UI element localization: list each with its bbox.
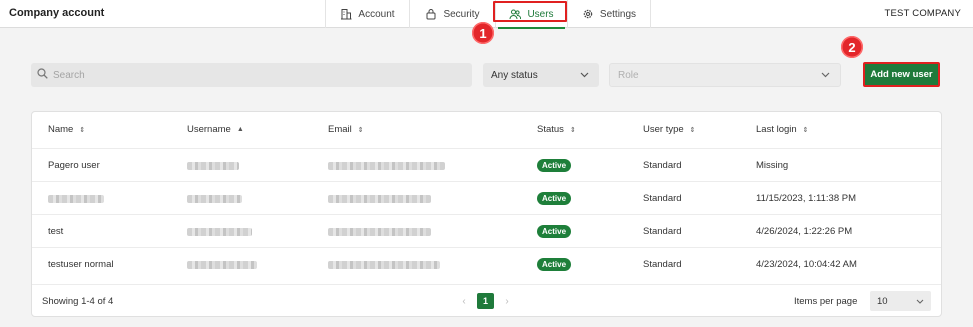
cell-last-login: 4/23/2024, 10:04:42 AM [756, 259, 857, 270]
column-header-label: Last login [756, 124, 797, 135]
status-badge: Active [537, 258, 572, 271]
page-button-current[interactable]: 1 [477, 293, 494, 309]
search-box[interactable] [31, 63, 472, 87]
page-title: Company account [9, 7, 105, 19]
table-row[interactable]: Pagero user Active Standard Missing [32, 148, 941, 181]
cell-email-redacted [328, 215, 431, 248]
status-badge: Active [537, 192, 572, 205]
cell-status: Active [537, 149, 572, 182]
cell-status: Active [537, 215, 572, 248]
tab-account[interactable]: Account [325, 0, 409, 28]
chevron-down-icon [580, 70, 589, 81]
column-header-label: Email [328, 124, 352, 135]
status-select-value: Any status [491, 69, 538, 81]
add-new-user-button[interactable]: Add new user [863, 62, 940, 87]
cell-username-redacted [187, 149, 239, 182]
tab-settings[interactable]: Settings [567, 0, 651, 28]
chevron-left-icon[interactable]: ‹ [457, 296, 471, 307]
sort-icon: ⇕ [802, 126, 809, 134]
items-per-page-select[interactable]: 10 [870, 291, 931, 311]
cell-username-redacted [187, 248, 257, 281]
status-select[interactable]: Any status [483, 63, 599, 87]
cell-user-type: Standard [643, 160, 682, 171]
tab-account-label: Account [358, 8, 395, 20]
cell-name-redacted [48, 182, 104, 215]
tab-security-label: Security [443, 8, 480, 20]
column-header-label: Name [48, 124, 74, 135]
cell-status: Active [537, 248, 572, 281]
tab-settings-label: Settings [599, 8, 637, 20]
cell-last-login: Missing [756, 160, 789, 171]
search-input[interactable] [53, 69, 453, 81]
search-icon [37, 68, 48, 82]
column-header-label: Status [537, 124, 564, 135]
chevron-down-icon [916, 296, 924, 307]
sort-icon: ⇕ [79, 126, 86, 134]
column-header-name[interactable]: Name ⇕ [48, 124, 85, 135]
table-row[interactable]: Active Standard 11/15/2023, 1:11:38 PM [32, 181, 941, 214]
lock-icon [425, 8, 437, 20]
cell-status: Active [537, 182, 572, 215]
pagination: ‹ 1 › [457, 293, 514, 309]
cell-email-redacted [328, 149, 445, 182]
cell-name: test [48, 226, 64, 237]
column-header-last-login[interactable]: Last login ⇕ [756, 124, 809, 135]
sort-icon: ⇕ [357, 126, 364, 134]
column-header-label: Username [187, 124, 231, 135]
cell-username-redacted [187, 182, 242, 215]
chevron-down-icon [821, 70, 830, 81]
column-header-email[interactable]: Email ⇕ [328, 124, 364, 135]
cell-email-redacted [328, 182, 431, 215]
column-header-user-type[interactable]: User type ⇕ [643, 124, 696, 135]
items-per-page-label: Items per page [794, 296, 858, 307]
building-icon [340, 8, 352, 20]
column-header-username[interactable]: Username ▲ [187, 124, 244, 135]
showing-count: Showing 1-4 of 4 [42, 296, 114, 307]
sort-icon: ⇕ [689, 126, 696, 134]
cell-username-redacted [187, 215, 252, 248]
cell-last-login: 4/26/2024, 1:22:26 PM [756, 226, 853, 237]
chevron-right-icon[interactable]: › [500, 296, 514, 307]
status-badge: Active [537, 225, 572, 238]
table-row[interactable]: test Active Standard 4/26/2024, 1:22:26 … [32, 214, 941, 247]
callout-badge-2: 2 [841, 36, 863, 58]
cell-name: Pagero user [48, 160, 100, 171]
role-select-placeholder: Role [618, 69, 639, 81]
table-row[interactable]: testuser normal Active Standard 4/23/202… [32, 247, 941, 280]
cell-user-type: Standard [643, 259, 682, 270]
cell-user-type: Standard [643, 193, 682, 204]
status-badge: Active [537, 159, 572, 172]
column-header-label: User type [643, 124, 684, 135]
cell-email-redacted [328, 248, 440, 281]
cell-last-login: 11/15/2023, 1:11:38 PM [756, 193, 857, 204]
items-per-page-value: 10 [877, 295, 888, 307]
company-name: TEST COMPANY [884, 8, 961, 19]
cell-name: testuser normal [48, 259, 114, 270]
sort-icon: ⇕ [569, 126, 576, 134]
sort-ascending-icon: ▲ [236, 126, 244, 133]
users-table: Name ⇕ Username ▲ Email ⇕ Status ⇕ User type… [31, 111, 942, 317]
role-select[interactable]: Role [609, 63, 841, 87]
table-footer: Showing 1-4 of 4 ‹ 1 › Items per page 10 [32, 284, 941, 317]
callout-badge-1: 1 [472, 22, 494, 44]
column-header-status[interactable]: Status ⇕ [537, 124, 576, 135]
cell-user-type: Standard [643, 226, 682, 237]
users-tab-highlight [493, 1, 567, 22]
gear-icon [582, 8, 594, 20]
